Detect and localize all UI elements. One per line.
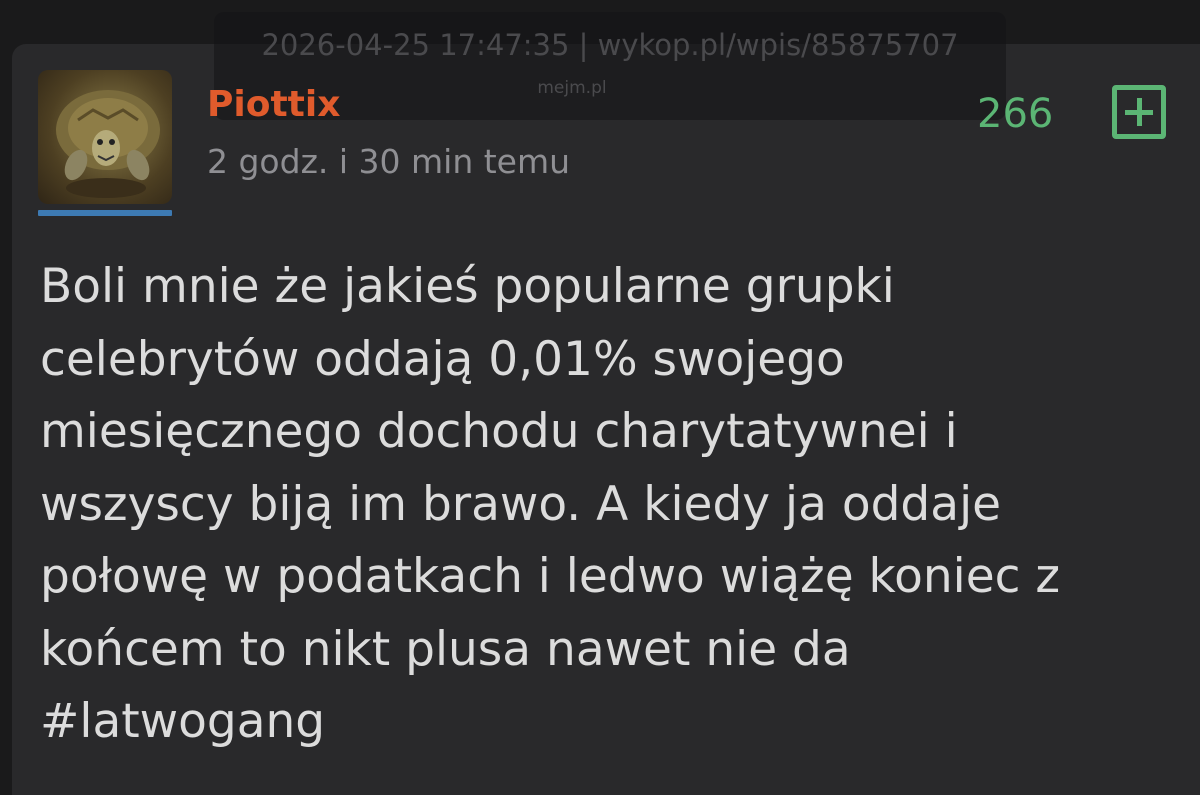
watermark-source: 2026-04-25 17:47:35 | wykop.pl/wpis/8587… [261,28,959,62]
avatar-image [38,70,172,204]
post-body-line: celebrytów oddają 0,01% swojego [40,331,845,387]
author-avatar[interactable] [38,70,172,218]
plus-square-icon[interactable] [1112,85,1166,139]
author-name[interactable]: Piottix [207,84,340,125]
post-body-line: końcem to nikt plusa nawet nie da [40,621,851,677]
hashtag-link[interactable]: #latwogang [40,686,1190,759]
post-body-line: miesięcznego dochodu charytatywnei i [40,404,958,459]
post-body-line: połowę w podatkach i ledwo wiążę koniec … [40,549,1061,604]
post-body-line: Boli mnie że jakieś popularne grupki [40,259,895,314]
post-timestamp[interactable]: 2 godz. i 30 min temu [207,142,570,181]
vote-count: 266 [977,91,1054,137]
post-body-line: wszyscy biją im brawo. A kiedy ja oddaje [40,476,1002,532]
page: 2026-04-25 17:47:35 | wykop.pl/wpis/8587… [0,0,1200,795]
avatar-underline [38,210,172,216]
post-body: Boli mnie że jakieś popularne grupki cel… [40,251,1190,759]
